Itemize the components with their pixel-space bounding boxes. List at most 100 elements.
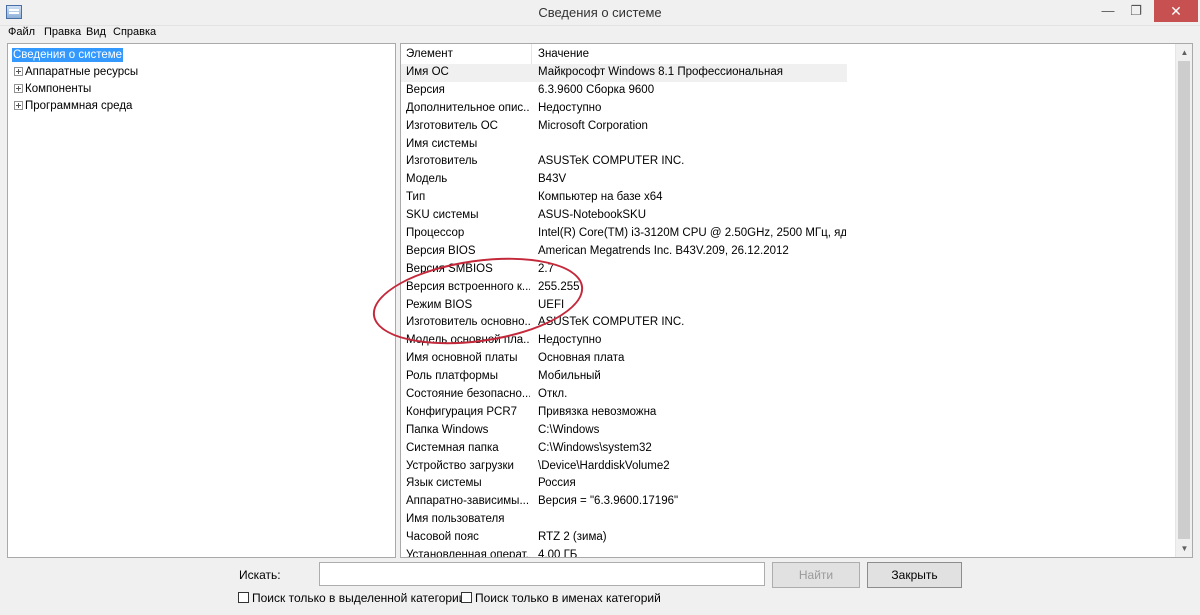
row-item-cell: Версия [406, 83, 445, 96]
list-row[interactable]: Язык системы Россия [401, 475, 1175, 493]
row-item-cell: Версия BIOS [406, 244, 476, 257]
column-separator[interactable] [531, 44, 532, 64]
list-row[interactable]: Роль платформы Мобильный [401, 368, 1175, 386]
list-row[interactable]: Тип Компьютер на базе x64 [401, 189, 1175, 207]
list-row[interactable]: Часовой пояс RTZ 2 (зима) [401, 529, 1175, 547]
list-row[interactable]: Режим BIOS UEFI [401, 297, 1175, 315]
row-value-cell: 4,00 ГБ [538, 549, 578, 558]
row-value-cell: Откл. [538, 388, 568, 401]
list-row[interactable]: Имя ОС Майкрософт Windows 8.1 Профессиона… [401, 64, 847, 82]
list-row[interactable]: Имя системы [401, 136, 1175, 154]
row-item-cell: SKU системы [406, 209, 479, 222]
menu-help[interactable]: Справка [113, 26, 156, 38]
tree-item-hardware-resources[interactable]: Аппаратные ресурсы [14, 65, 138, 79]
row-value-cell: 255.255 [538, 280, 580, 293]
tree-item-software-environment[interactable]: Программная среда [14, 99, 132, 113]
vertical-scrollbar[interactable]: ▲ ▼ [1175, 44, 1192, 557]
row-value-cell: Привязка невозможна [538, 405, 657, 418]
search-category-names-option[interactable]: Поиск только в именах категорий [461, 591, 661, 605]
tree-item-label: Аппаратные ресурсы [25, 66, 139, 78]
row-item-cell: Язык системы [406, 477, 482, 490]
row-item-cell: Тип [406, 191, 426, 204]
list-row[interactable]: Состояние безопасно... Откл. [401, 386, 1175, 404]
expand-plus-icon[interactable] [14, 84, 23, 93]
list-row[interactable]: Системная папка C:\Windows\system32 [401, 440, 1175, 458]
list-row[interactable]: Изготовитель основно... ASUSTeK COMPUTER … [401, 314, 1175, 332]
list-row[interactable]: Конфигурация PCR7 Привязка невозможна [401, 404, 1175, 422]
list-row[interactable]: Версия 6.3.9600 Сборка 9600 [401, 82, 1175, 100]
row-value-cell: C:\Windows\system32 [538, 441, 652, 454]
row-item-cell: Установленная операт... [406, 549, 530, 558]
menu-view[interactable]: Вид [86, 26, 106, 38]
list-row[interactable]: Изготовитель ОС Microsoft Corporation [401, 118, 1175, 136]
tree-item-label: Программная среда [25, 100, 133, 112]
tree-item-components[interactable]: Компоненты [14, 82, 91, 96]
row-value-cell: 2.7 [538, 262, 554, 275]
close-window-button[interactable]: ✕ [1154, 0, 1198, 22]
row-item-cell: Версия SMBIOS [406, 262, 493, 275]
search-category-names-checkbox[interactable] [461, 592, 472, 603]
row-value-cell: Недоступно [538, 334, 602, 347]
list-row[interactable]: Модель B43V [401, 171, 1175, 189]
row-value-cell: Компьютер на базе x64 [538, 191, 663, 204]
row-value-cell: \Device\HarddiskVolume2 [538, 459, 670, 472]
menu-file[interactable]: Файл [8, 26, 35, 38]
list-row[interactable]: SKU системы ASUS-NotebookSKU [401, 207, 1175, 225]
row-value-cell: C:\Windows [538, 423, 600, 436]
row-value-cell: Intel(R) Core(TM) i3-3120M CPU @ 2.50GHz… [538, 227, 846, 240]
row-item-cell: Изготовитель ОС [406, 119, 498, 132]
list-row[interactable]: Версия встроенного к... 255.255 [401, 279, 1175, 297]
list-row[interactable]: Модель основной пла... Недоступно [401, 332, 1175, 350]
row-item-cell: Состояние безопасно... [406, 388, 530, 401]
menu-bar: Файл Правка Вид Справка [0, 26, 1200, 42]
row-value-cell: ASUSTeK COMPUTER INC. [538, 155, 685, 168]
tree-item-system-summary[interactable]: Сведения о системе [12, 48, 124, 62]
list-rows: Имя ОС Майкрософт Windows 8.1 Профессиона… [401, 64, 1175, 558]
row-value-cell: Россия [538, 477, 576, 490]
category-tree[interactable]: Сведения о системе Аппаратные ресурсы Ко… [7, 43, 396, 558]
find-button[interactable]: Найти [772, 562, 860, 588]
list-row[interactable]: Процессор Intel(R) Core(TM) i3-3120M CPU … [401, 225, 1175, 243]
row-item-cell: Процессор [406, 227, 465, 240]
row-value-cell: Недоступно [538, 101, 602, 114]
menu-edit[interactable]: Правка [44, 26, 81, 38]
expand-plus-icon[interactable] [14, 67, 23, 76]
list-row[interactable]: Версия SMBIOS 2.7 [401, 261, 1175, 279]
list-row[interactable]: Дополнительное опис... Недоступно [401, 100, 1175, 118]
row-value-cell: Мобильный [538, 370, 601, 383]
list-row[interactable]: Папка Windows C:\Windows [401, 422, 1175, 440]
row-value-cell: 6.3.9600 Сборка 9600 [538, 83, 655, 96]
row-value-cell: ASUS-NotebookSKU [538, 209, 647, 222]
list-header: Элемент Значение [401, 44, 1175, 64]
row-value-cell: UEFI [538, 298, 565, 311]
scroll-up-arrow-icon[interactable]: ▲ [1176, 44, 1192, 61]
search-selected-category-checkbox[interactable] [238, 592, 249, 603]
list-row[interactable]: Аппаратно-зависимы... Версия = "6.3.9600.… [401, 493, 1175, 511]
list-row[interactable]: Имя пользователя [401, 511, 1175, 529]
expand-plus-icon[interactable] [14, 101, 23, 110]
close-button[interactable]: Закрыть [867, 562, 962, 588]
column-header-value[interactable]: Значение [538, 48, 589, 60]
list-row[interactable]: Имя основной платы Основная плата [401, 350, 1175, 368]
search-input[interactable] [319, 562, 765, 586]
minimize-button[interactable]: — [1094, 0, 1122, 22]
row-item-cell: Роль платформы [406, 370, 498, 383]
list-row[interactable]: Устройство загрузки \Device\HarddiskVolum… [401, 458, 1175, 476]
maximize-button[interactable]: ❐ [1122, 0, 1150, 22]
title-bar: Сведения о системе — ❐ ✕ [0, 0, 1200, 26]
search-selected-category-option[interactable]: Поиск только в выделенной категории [238, 591, 465, 605]
row-value-cell: Версия = "6.3.9600.17196" [538, 495, 679, 508]
column-header-item[interactable]: Элемент [406, 48, 453, 60]
row-item-cell: Модель [406, 173, 448, 186]
row-value-cell: Майкрософт Windows 8.1 Профессиональная [538, 66, 783, 78]
list-row[interactable]: Изготовитель ASUSTeK COMPUTER INC. [401, 153, 1175, 171]
list-row[interactable]: Версия BIOS American Megatrends Inc. B43V… [401, 243, 1175, 261]
details-list[interactable]: Элемент Значение Имя ОС Майкрософт Window… [400, 43, 1193, 558]
list-row[interactable]: Установленная операт... 4,00 ГБ [401, 547, 1175, 558]
row-value-cell: Основная плата [538, 352, 625, 365]
scroll-down-arrow-icon[interactable]: ▼ [1176, 540, 1192, 557]
scrollbar-thumb[interactable] [1178, 61, 1190, 539]
checkbox-label: Поиск только в именах категорий [475, 591, 661, 605]
row-item-cell: Конфигурация PCR7 [406, 405, 518, 418]
row-item-cell: Изготовитель основно... [406, 316, 530, 329]
